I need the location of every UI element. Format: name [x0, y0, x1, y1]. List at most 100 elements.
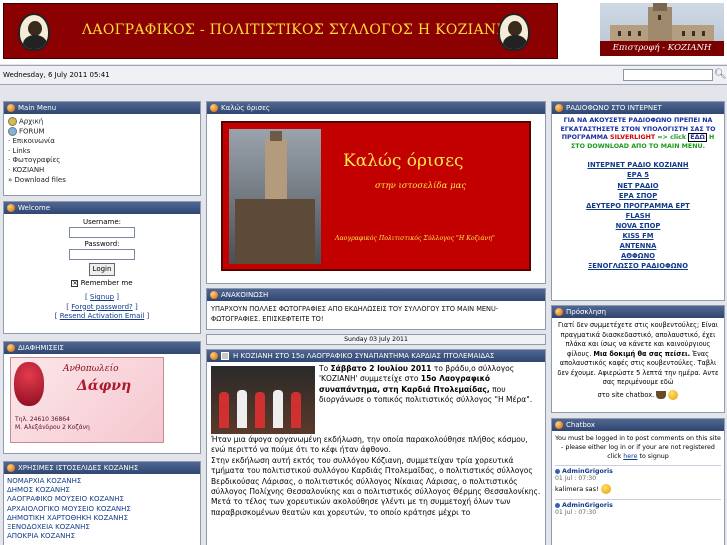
main-menu-panel: Main Menu Αρχική FORUM · Επικοινωνία · L…: [3, 101, 201, 196]
chatbox-panel: Chatbox You must be logged in to post co…: [551, 418, 725, 545]
article-panel: Η ΚΟΖΙΑΝΗ ΣΤΟ 15ο ΛΑΟΓΡΑΦΙΚΟ ΣΥΝΑΠΑΝΤΗΜΑ…: [206, 349, 546, 545]
rose-icon: [14, 362, 44, 406]
ads-panel: ΔΙΑΦΗΜΙΣΕΙΣ Ανθοπωλείο Δάφνη Τηλ. 24610 …: [3, 341, 201, 454]
radio-station-link[interactable]: ΑΘΦΩΝΟ: [552, 251, 724, 261]
panel-bullet-icon: [555, 104, 563, 112]
main-menu-list: Αρχική FORUM · Επικοινωνία · Links · Φωτ…: [4, 114, 200, 185]
chat-message: AdminGrigoris 01 Jul : 07:30 kalimera sa…: [555, 465, 721, 496]
panel-bullet-icon: [210, 352, 218, 360]
ad-shop-word: Ανθοπωλείο: [63, 364, 119, 374]
useful-sites-panel: ΧΡΗΣΙΜΕΣ ΙΣΤΟΣΕΛΙΔΕΣ ΚΟΖΑΝΗΣ ΝΟΜΑΡΧΙΑ ΚΟ…: [3, 461, 201, 545]
radio-station-link[interactable]: ΕΡΑ 5: [552, 170, 724, 180]
login-header: Welcome: [4, 202, 200, 214]
search-icon[interactable]: 🔍︎: [714, 68, 727, 82]
banner-welcome-title: Καλώς όρισες: [343, 151, 464, 171]
site-link[interactable]: ΛΑΟΓΡΑΦΙΚΟ ΜΟΥΣΕΙΟ ΚΟΖΑΝΗΣ: [4, 495, 200, 504]
signup-link[interactable]: Signup: [90, 293, 114, 301]
login-panel: Welcome Username: Password: Login ✕ Reme…: [3, 201, 201, 334]
left-portrait-icon: [18, 13, 50, 51]
forum-icon: [8, 127, 17, 137]
radio-station-link[interactable]: KISS FM: [552, 231, 724, 241]
search-input[interactable]: [623, 69, 713, 81]
chat-author[interactable]: AdminGrigoris: [555, 500, 721, 509]
panel-bullet-icon: [7, 464, 15, 472]
article-intro: Το Σάββατο 2 Ιουλίου 2011 το βράδυ,ο σύλ…: [319, 364, 533, 405]
site-link[interactable]: ΔΗΜΟΣ ΚΟΖΑΝΗΣ: [4, 486, 200, 495]
radio-station-list: ΙΝΤΕΡΝΕΤ ΡΑΔΙΟ ΚΟΖΙΑΝΗ ΕΡΑ 5 ΝΕΤ ΡΑΔΙΟ Ε…: [552, 160, 724, 271]
home-icon: [8, 117, 17, 126]
site-link[interactable]: ΝΟΜΑΡΧΙΑ ΚΟΖΑΝΗΣ: [4, 477, 200, 486]
radio-station-link[interactable]: ΞΕΝΟΓΛΩΣΣΟ ΡΑΔΙΟΦΩΝΟ: [552, 261, 724, 271]
menu-item-downloads[interactable]: » Download files: [4, 176, 200, 186]
username-input[interactable]: [69, 227, 135, 238]
remember-me-checkbox[interactable]: ✕: [71, 279, 79, 287]
smiley-icon: [600, 484, 611, 495]
panel-bullet-icon: [555, 421, 563, 429]
radio-station-link[interactable]: FLASH: [552, 211, 724, 221]
panel-bullet-icon: [210, 104, 218, 112]
password-input[interactable]: [69, 249, 135, 260]
banner-welcome-subtitle: στην ιστοσελίδα μας: [375, 181, 467, 191]
user-icon: [555, 502, 560, 508]
site-link[interactable]: ΞΕΝΟΔΟΧΕΙΑ ΚΟΖΑΝΗΣ: [4, 523, 200, 532]
useful-sites-list: ΝΟΜΑΡΧΙΑ ΚΟΖΑΝΗΣ ΔΗΜΟΣ ΚΟΖΑΝΗΣ ΛΑΟΓΡΑΦΙΚ…: [4, 474, 200, 541]
radio-notice: ΓΙΑ ΝΑ ΑΚΟΥΣΕΤΕ ΡΑΔΙΟΦΩΝΟ ΠΡΕΠΕΙ ΝΑ ΕΓΚΑ…: [560, 117, 716, 150]
banner-org-name: Λαογραφικός Πολιτιστικός Σύλλογος "Η Κοζ…: [335, 235, 495, 242]
radio-station-link[interactable]: ΔΕΥΤΕΡΟ ΠΡΟΓΡΑΜΜΑ ΕΡΤ: [552, 201, 724, 211]
chat-time: 01 Jul : 07:30: [555, 509, 597, 517]
article-header: Η ΚΟΖΙΑΝΗ ΣΤΟ 15ο ΛΑΟΓΡΑΦΙΚΟ ΣΥΝΑΠΑΝΤΗΜΑ…: [207, 350, 545, 362]
dance-photo[interactable]: [211, 366, 315, 434]
article-body: Ήταν μια άψογα οργανωμένη εκδήλωση, την …: [211, 435, 541, 517]
chatbox-signup-link[interactable]: here: [623, 453, 637, 460]
menu-item-links[interactable]: · Links: [4, 147, 200, 157]
clock-tower-photo: [229, 129, 321, 264]
chat-author[interactable]: AdminGrigoris: [555, 466, 721, 475]
useful-sites-header: ΧΡΗΣΙΜΕΣ ΙΣΤΟΣΕΛΙΔΕΣ ΚΟΖΑΝΗΣ: [4, 462, 200, 474]
forgot-password-link[interactable]: Forgot password?: [71, 303, 132, 311]
site-title: ΛΑΟΓΡΑΦΙΚΟΣ - ΠΟΛΙΤΙΣΤΙΚΟΣ ΣΥΛΛΟΓΟΣ Η ΚΟ…: [82, 22, 509, 38]
announcement-header: ΑΝΑΚΟΙΝΩΣΗ: [207, 289, 545, 301]
panel-bullet-icon: [7, 104, 15, 112]
smiley-icon: [668, 389, 679, 400]
resend-activation-link[interactable]: Resend Activation Email: [60, 312, 145, 320]
menu-item-kozianh[interactable]: · KOZIANH: [4, 166, 200, 176]
banner-red-band: ΛΑΟΓΡΑΦΙΚΟΣ - ΠΟΛΙΤΙΣΤΙΚΟΣ ΣΥΛΛΟΓΟΣ Η ΚΟ…: [3, 3, 558, 59]
invitation-header: Πρόσκληση: [552, 306, 724, 318]
site-link[interactable]: ΔΗΜΟΤΙΚΗ ΧΑΡΤΟΘΗΚΗ ΚΟΖΑΝΗΣ: [4, 514, 200, 523]
chat-text: kalimera sas!: [555, 482, 721, 496]
login-button[interactable]: Login: [89, 263, 115, 276]
site-banner: ΛΑΟΓΡΑΦΙΚΟΣ - ΠΟΛΙΤΙΣΤΙΚΟΣ ΣΥΛΛΟΓΟΣ Η ΚΟ…: [0, 0, 727, 64]
radio-station-link[interactable]: ΕΡΑ ΣΠΟΡ: [552, 191, 724, 201]
date-separator: Sunday 03 July 2011: [206, 334, 546, 345]
invitation-text: Γιατί δεν συμμετέχετε στις κουβεντούλες;…: [557, 321, 719, 386]
print-icon[interactable]: [221, 352, 229, 360]
radio-panel: ΡΑΔΙΟΦΩΝΟ ΣΤΟ ΙΝΤΕΡΝΕΤ ΓΙΑ ΝΑ ΑΚΟΥΣΕΤΕ Ρ…: [551, 101, 725, 301]
welcome-header: Καλώς όρισες: [207, 102, 545, 114]
menu-item-contact[interactable]: · Επικοινωνία: [4, 137, 200, 147]
radio-station-link[interactable]: ΙΝΤΕΡΝΕΤ ΡΑΔΙΟ ΚΟΖΙΑΝΗ: [552, 160, 724, 170]
flower-shop-ad[interactable]: Ανθοπωλείο Δάφνη Τηλ. 24610 36864 Μ. Αλεξ…: [10, 357, 164, 443]
menu-item-forum[interactable]: FORUM: [4, 127, 200, 137]
radio-station-link[interactable]: NOVA ΣΠΟΡ: [552, 221, 724, 231]
panel-bullet-icon: [210, 291, 218, 299]
article-date-bold: Σάββατο 2 Ιουλίου 2011: [330, 364, 432, 373]
radio-station-link[interactable]: ΝΕΤ ΡΑΔΙΟ: [552, 181, 724, 191]
menu-item-home[interactable]: Αρχική: [4, 117, 200, 127]
here-link[interactable]: ΕΔΩ: [688, 133, 707, 143]
site-link[interactable]: ΑΠΟΚΡΙΑ ΚΟΖΑΝΗΣ: [4, 532, 200, 541]
site-link[interactable]: ΑΡΧΑΙΟΛΟΓΙΚΟ ΜΟΥΣΕΙΟ ΚΟΖΑΝΗΣ: [4, 505, 200, 514]
panel-bullet-icon: [555, 308, 563, 316]
back-to-kozani-link[interactable]: Επιστροφή - ΚΟΖΙΑΝΗ: [600, 41, 724, 56]
announcement-panel: ΑΝΑΚΟΙΝΩΣΗ ΥΠΑΡΧΟΥΝ ΠΟΛΛΕΣ ΦΩΤΟΓΡΑΦΙΕΣ Α…: [206, 288, 546, 330]
welcome-banner-image: Καλώς όρισες στην ιστοσελίδα μας Λαογραφ…: [221, 121, 531, 271]
date-search-bar: Wednesday, 6 July 2011 05:41 🔍︎: [0, 65, 727, 85]
chat-message: AdminGrigoris 01 Jul : 07:30: [555, 499, 721, 516]
coffee-icon: [656, 390, 667, 399]
chatbox-login-notice: You must be logged in to post comments o…: [555, 435, 721, 460]
radio-station-link[interactable]: ANTENNA: [552, 241, 724, 251]
invitation-footer: στο site chatbox.: [552, 388, 724, 402]
radio-header: ΡΑΔΙΟΦΩΝΟ ΣΤΟ ΙΝΤΕΡΝΕΤ: [552, 102, 724, 114]
panel-bullet-icon: [7, 344, 15, 352]
menu-item-photos[interactable]: · Φωτογραφίες: [4, 156, 200, 166]
main-menu-header: Main Menu: [4, 102, 200, 114]
